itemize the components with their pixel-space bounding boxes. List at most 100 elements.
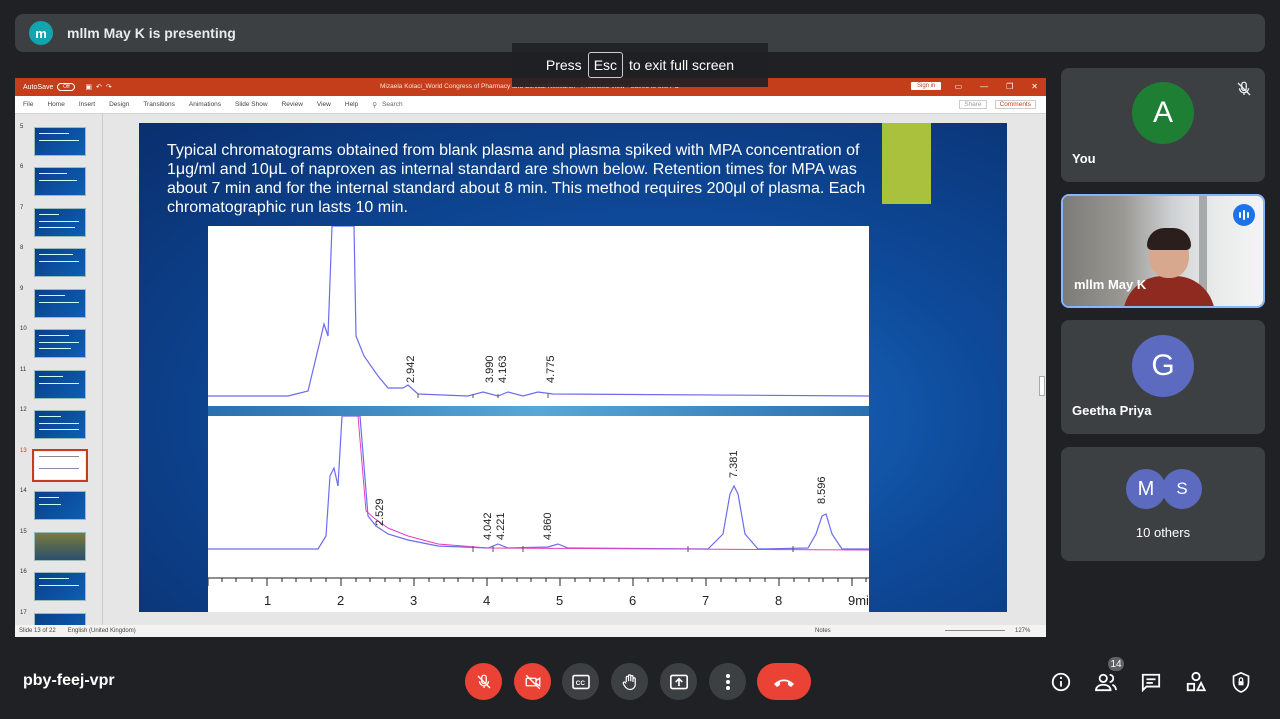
comments-button[interactable]: Comments <box>994 100 1036 109</box>
activities-shapes-icon <box>1186 671 1207 692</box>
thumbnail-slide[interactable]: 10 <box>15 326 102 360</box>
avatar: A <box>1132 82 1194 144</box>
peak-label: 4.775 <box>545 355 557 383</box>
participant-name: mllm May K <box>1074 277 1147 292</box>
thumb-image <box>34 370 86 399</box>
closed-captions-icon: CC <box>571 674 590 689</box>
host-controls-button[interactable] <box>1229 670 1253 694</box>
tab-view[interactable]: View <box>317 101 331 108</box>
camera-toggle-button[interactable] <box>514 663 551 700</box>
thumb-number: 12 <box>20 407 27 413</box>
thumb-image <box>34 410 86 439</box>
mic-off-icon <box>477 674 490 688</box>
thumb-number: 16 <box>20 569 27 575</box>
more-options-button[interactable] <box>709 663 746 700</box>
thumbnail-slide[interactable]: 15 <box>15 529 102 563</box>
peak-label: 3.990 <box>484 355 496 383</box>
thumbnail-slide[interactable]: 6 <box>15 164 102 198</box>
tab-slide-show[interactable]: Slide Show <box>235 101 268 108</box>
ribbon-display-icon[interactable]: ▭ <box>955 82 963 91</box>
raise-hand-button[interactable] <box>611 663 648 700</box>
autosave-toggle[interactable]: Off <box>57 83 76 91</box>
chromatogram-blank-trace: 2.942 3.990 4.163 4.775 <box>208 226 869 398</box>
minimize-icon[interactable]: — <box>980 82 988 91</box>
redo-icon[interactable]: ↷ <box>106 83 112 91</box>
toast-rest: to exit full screen <box>629 57 735 73</box>
tile-others[interactable]: M S 10 others <box>1061 447 1265 561</box>
people-count-badge: 14 <box>1106 655 1126 673</box>
ribbon-tabs: File Home Insert Design Transitions Anim… <box>15 96 1046 114</box>
participant-name: You <box>1072 151 1096 166</box>
share-button[interactable]: Share <box>959 100 987 109</box>
thumbnail-slide[interactable]: 12 <box>15 407 102 441</box>
avatar: G <box>1132 335 1194 397</box>
tab-file[interactable]: File <box>23 101 33 108</box>
scrollbar-thumb[interactable] <box>1039 376 1045 396</box>
sign-in-button[interactable]: Sign in <box>911 82 942 90</box>
thumbnail-slide[interactable]: 14 <box>15 488 102 522</box>
meeting-code: pby-feej-vpr <box>23 672 115 689</box>
tab-design[interactable]: Design <box>109 101 129 108</box>
slide-scrollbar[interactable] <box>1038 114 1046 625</box>
tab-home[interactable]: Home <box>47 101 64 108</box>
camera-off-icon <box>525 674 540 689</box>
thumbnail-slide[interactable]: 16 <box>15 569 102 603</box>
thumb-image <box>34 532 86 561</box>
people-button[interactable] <box>1094 670 1118 694</box>
thumbnail-slide-selected[interactable]: 13 <box>15 448 102 482</box>
thumb-number: 11 <box>20 367 27 373</box>
present-now-button[interactable] <box>660 663 697 700</box>
peak-label: 7.381 <box>728 450 740 478</box>
tab-animations[interactable]: Animations <box>189 101 221 108</box>
mic-toggle-button[interactable] <box>465 663 502 700</box>
thumbnail-slide[interactable]: 7 <box>15 205 102 239</box>
slide-canvas: Typical chromatograms obtained from blan… <box>104 114 1039 625</box>
chat-button[interactable] <box>1139 670 1163 694</box>
zoom-level[interactable]: 127% <box>1015 628 1030 634</box>
avatar: S <box>1162 469 1202 509</box>
status-language[interactable]: English (United Kingdom) <box>68 628 136 634</box>
peak-label: 2.529 <box>374 498 386 526</box>
tab-review[interactable]: Review <box>282 101 303 108</box>
tab-insert[interactable]: Insert <box>79 101 95 108</box>
svg-text:CC: CC <box>575 680 585 687</box>
thumb-number: 10 <box>20 326 27 332</box>
tab-transitions[interactable]: Transitions <box>143 101 175 108</box>
captions-button[interactable]: CC <box>562 663 599 700</box>
thumbnail-slide[interactable]: 11 <box>15 367 102 401</box>
activities-button[interactable] <box>1184 670 1208 694</box>
notes-button[interactable]: Notes <box>815 628 831 634</box>
tile-presenter[interactable]: mllm May K <box>1061 194 1265 308</box>
tile-you[interactable]: A You <box>1061 68 1265 182</box>
thumb-number: 6 <box>20 164 24 170</box>
thumbnail-slide[interactable]: 8 <box>15 245 102 279</box>
tile-geetha-priya[interactable]: G Geetha Priya <box>1061 320 1265 434</box>
thumbnail-slide[interactable]: 17 <box>15 610 102 625</box>
thumb-number: 14 <box>20 488 27 494</box>
hand-icon <box>622 673 636 690</box>
axis-tick-label: 9min <box>848 593 869 608</box>
thumbnail-slide[interactable]: 9 <box>15 286 102 320</box>
peak-label: 8.596 <box>816 476 828 504</box>
info-icon <box>1051 672 1071 692</box>
slide-thumbnails: 5 6 7 8 9 10 11 12 13 14 15 16 17 <box>15 114 103 625</box>
search-icon: ⚲ <box>372 101 378 109</box>
presenter-banner-text: mllm May K is presenting <box>67 25 236 41</box>
avatar: M <box>1126 469 1166 509</box>
thumb-image <box>34 289 86 318</box>
undo-icon[interactable]: ↶ <box>96 83 102 91</box>
meeting-details-button[interactable] <box>1049 670 1073 694</box>
peak-label: 4.163 <box>497 355 509 383</box>
save-icon[interactable]: ▣ <box>85 83 92 91</box>
thumbnail-slide[interactable]: 5 <box>15 124 102 158</box>
thumb-image <box>34 613 86 625</box>
axis-ticks <box>208 578 867 586</box>
tab-help[interactable]: Help <box>345 101 358 108</box>
zoom-slider[interactable] <box>945 630 1005 631</box>
leave-call-button[interactable] <box>757 663 811 700</box>
axis-tick-label: 8 <box>775 593 782 608</box>
ribbon-search[interactable]: ⚲ Search <box>372 101 402 109</box>
restore-icon[interactable]: ❐ <box>1006 82 1013 91</box>
close-icon[interactable]: ✕ <box>1031 82 1038 91</box>
thumb-image <box>32 449 88 482</box>
